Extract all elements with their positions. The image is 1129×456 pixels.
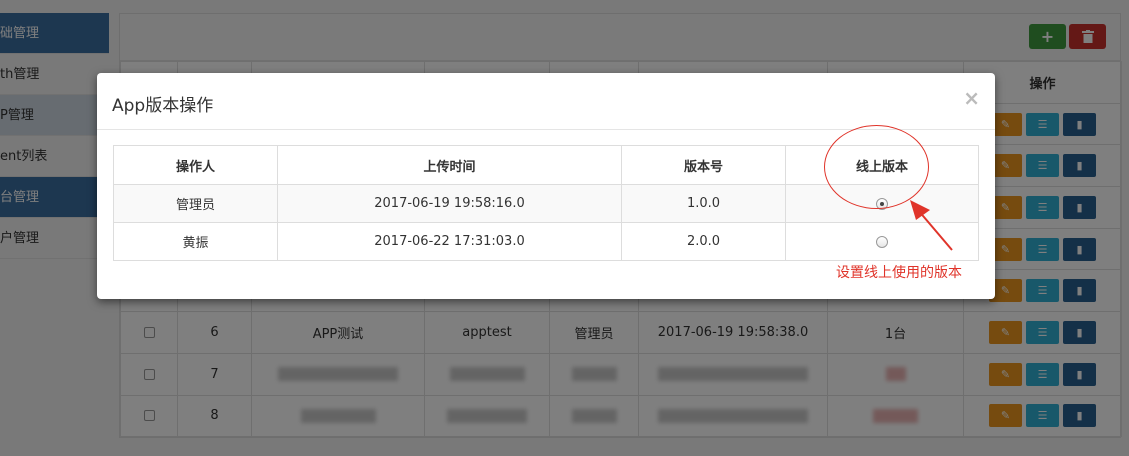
version-operator: 管理员: [113, 184, 278, 223]
column-header-operator: 操作人: [113, 145, 278, 185]
annotation-arrow-icon: [910, 200, 953, 251]
close-icon[interactable]: ×: [963, 86, 980, 110]
version-upload-time: 2017-06-19 19:58:16.0: [277, 184, 622, 223]
annotation-text: 设置线上使用的版本: [836, 265, 962, 281]
column-header-version: 版本号: [621, 145, 786, 185]
modal-header: App版本操作 ×: [97, 73, 995, 130]
column-header-upload-time: 上传时间: [277, 145, 622, 185]
version-operator: 黄振: [113, 222, 278, 261]
version-upload-time: 2017-06-22 17:31:03.0: [277, 222, 622, 261]
version-number: 1.0.0: [621, 184, 786, 223]
version-number: 2.0.0: [621, 222, 786, 261]
online-version-radio[interactable]: [876, 235, 888, 248]
modal-title: App版本操作: [112, 96, 214, 116]
version-row: 黄振 2017-06-22 17:31:03.0 2.0.0: [113, 222, 979, 261]
